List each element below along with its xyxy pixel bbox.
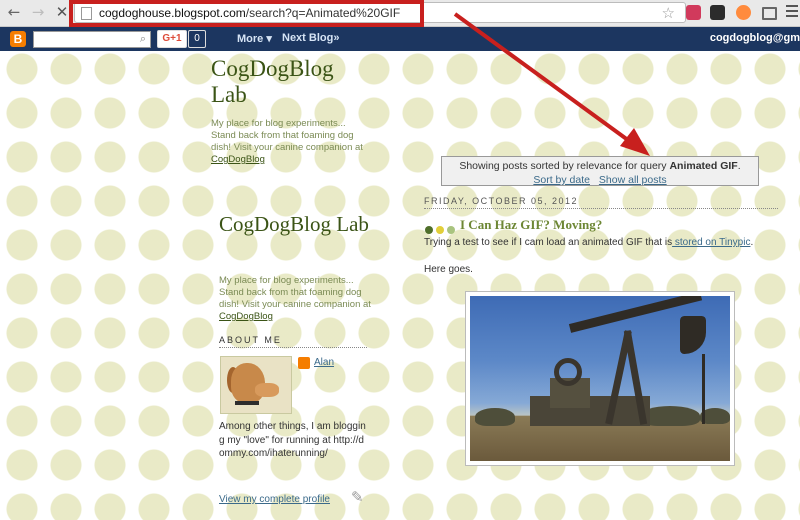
cast-icon[interactable]	[762, 7, 777, 20]
dot-icon	[436, 226, 444, 234]
post-image-frame[interactable]	[465, 291, 735, 466]
about-me-heading: ABOUT ME	[219, 335, 367, 348]
extension-icon[interactable]	[686, 5, 701, 20]
blog-search-input[interactable]: ⌕	[33, 31, 151, 48]
dot-icon	[425, 226, 433, 234]
user-email[interactable]: cogdogblog@gm	[710, 32, 800, 44]
post-title[interactable]: I Can Haz GIF? Moving?	[460, 217, 602, 233]
sidebar-blog-description: My place for blog experiments... Stand b…	[219, 275, 371, 322]
extension-h-icon[interactable]	[736, 5, 751, 20]
post-body: Trying a test to see if I cam load an an…	[424, 237, 754, 248]
bookmark-star-icon[interactable]: ☆	[662, 4, 675, 22]
menu-icon[interactable]	[786, 5, 798, 20]
sort-by-date-link[interactable]: Sort by date	[533, 174, 590, 186]
search-status-box: Showing posts sorted by relevance for qu…	[441, 156, 759, 186]
next-blog-link[interactable]: Next Blog»	[282, 32, 339, 44]
dot-icon	[447, 226, 455, 234]
cogdogblog-link[interactable]: CogDogBlog	[211, 154, 265, 165]
author-link[interactable]: Alan	[314, 357, 334, 368]
forward-icon[interactable]: →	[30, 4, 46, 20]
about-text: Among other things, I am blogging my "lo…	[219, 421, 366, 459]
gplus-button[interactable]: G+1	[157, 30, 187, 48]
post-date-header: FRIDAY, OCTOBER 05, 2012	[424, 196, 778, 209]
sidebar-cogdogblog-link[interactable]: CogDogBlog	[219, 311, 273, 322]
url-highlight-box	[69, 0, 424, 27]
blogger-navbar: B ⌕ G+1 0 More ▾ Next Blog» cogdogblog@g…	[0, 27, 800, 51]
tools-icon[interactable]: ✎	[351, 488, 364, 506]
blogger-profile-icon	[298, 357, 310, 369]
back-icon[interactable]: ←	[6, 4, 22, 20]
blog-title[interactable]: CogDogBlog Lab	[211, 56, 361, 108]
avatar[interactable]	[220, 356, 292, 414]
more-menu[interactable]: More ▾	[237, 32, 272, 45]
tinypic-link[interactable]: stored on Tinypic	[672, 237, 751, 248]
sidebar-blog-title[interactable]: CogDogBlog Lab	[219, 212, 369, 237]
gplus-count: 0	[188, 30, 206, 48]
show-all-posts-link[interactable]: Show all posts	[599, 174, 667, 186]
stop-icon[interactable]: ✕	[54, 4, 70, 20]
pumpjack-image[interactable]	[470, 296, 730, 461]
search-query: Animated GIF	[669, 160, 738, 172]
post-body-line2: Here goes.	[424, 264, 473, 275]
blogger-logo-icon[interactable]: B	[10, 31, 26, 47]
search-icon[interactable]: ⌕	[140, 32, 146, 46]
blog-description: My place for blog experiments... Stand b…	[211, 118, 363, 165]
extension-check-icon[interactable]	[710, 5, 725, 20]
view-profile-link[interactable]: View my complete profile	[219, 494, 330, 505]
